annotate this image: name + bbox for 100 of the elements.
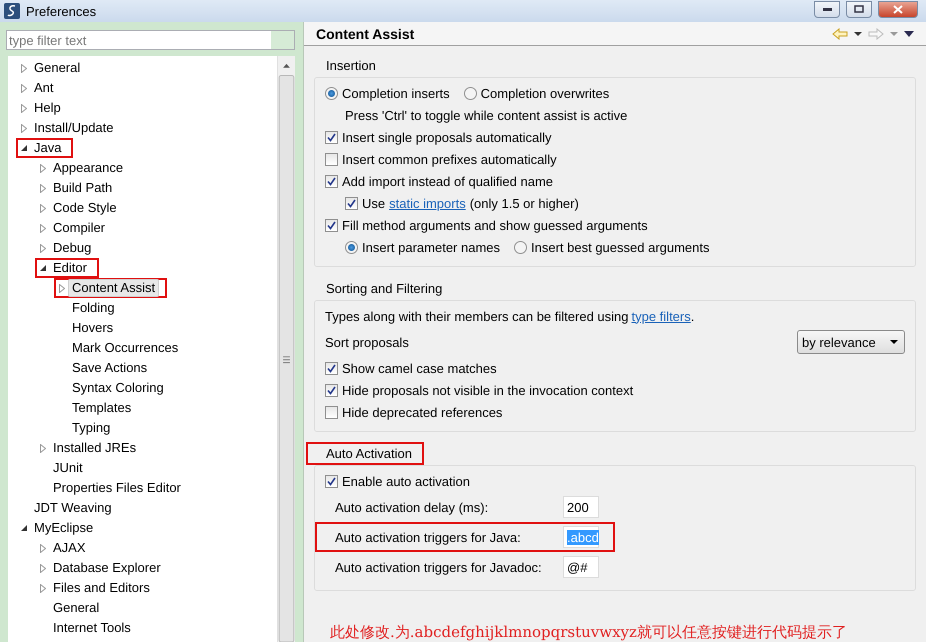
tree-item[interactable]: Install/Update: [16, 118, 126, 138]
checkbox[interactable]: [325, 406, 338, 418]
expanded-arrow-icon[interactable]: [40, 264, 46, 272]
close-button[interactable]: [878, 0, 918, 18]
app-logo-icon: [4, 3, 20, 19]
tree-item[interactable]: Templates: [54, 398, 144, 418]
checkbox[interactable]: [325, 384, 338, 396]
annotation-text: 此处修改.为.abcdefghijklmnopqrstuvwxyz就可以任意按键进行代码提示了: [329, 623, 848, 642]
tree-item[interactable]: JUnit: [35, 458, 95, 478]
tree-item[interactable]: MyEclipse: [16, 518, 106, 538]
input-field[interactable]: 200: [563, 496, 599, 518]
dropdown-caret-icon: [890, 340, 898, 344]
checkbox-label[interactable]: Use: [362, 196, 386, 210]
checkbox[interactable]: [325, 174, 338, 188]
tree-item[interactable]: Help: [16, 98, 73, 118]
tree-item[interactable]: Internet Tools: [35, 618, 143, 638]
tree-item[interactable]: Editor: [35, 258, 99, 278]
checkbox-label[interactable]: Insert single proposals automatically: [342, 130, 552, 144]
tree-item[interactable]: Ant: [16, 78, 66, 98]
tree-item[interactable]: Java: [16, 138, 74, 158]
tree-item[interactable]: Compiler: [35, 218, 118, 238]
radio-button[interactable]: [464, 86, 477, 100]
hint-text: Press 'Ctrl' to toggle while content assist is active: [344, 108, 628, 122]
tree-item[interactable]: Properties Files Editor: [35, 478, 193, 498]
minimize-icon: [822, 8, 832, 10]
tree-item[interactable]: Mark Occurrences: [54, 338, 190, 358]
radio-button[interactable]: [514, 240, 528, 254]
tree-item[interactable]: Installed JREs: [35, 438, 148, 458]
radio-button[interactable]: [325, 86, 338, 100]
expanded-arrow-icon[interactable]: [20, 144, 28, 152]
tree-item[interactable]: AJAX: [35, 538, 98, 558]
minimize-button[interactable]: [814, 0, 840, 18]
group-title: Auto Activation: [306, 442, 424, 465]
checkbox[interactable]: [345, 196, 358, 210]
tree-item[interactable]: Database Explorer: [35, 558, 173, 578]
filter-field[interactable]: type filter text: [6, 30, 295, 50]
field-label: Auto activation delay (ms):: [334, 500, 490, 514]
radio-option[interactable]: Insert parameter names: [345, 240, 500, 254]
window-title: Preferences: [26, 4, 98, 18]
collapsed-arrow-icon[interactable]: [21, 124, 27, 132]
radio-option[interactable]: Insert best guessed arguments: [514, 240, 710, 254]
radio-option[interactable]: Completion overwrites: [464, 86, 610, 100]
dropdown-caret-icon[interactable]: [854, 32, 862, 36]
collapsed-arrow-icon[interactable]: [40, 444, 46, 452]
collapsed-arrow-icon[interactable]: [40, 544, 46, 552]
collapsed-arrow-icon[interactable]: [21, 64, 27, 72]
collapsed-arrow-icon[interactable]: [59, 284, 65, 292]
group-title: Sorting and Filtering: [325, 280, 444, 298]
back-arrow-icon[interactable]: [832, 28, 848, 40]
tree-item[interactable]: Folding: [54, 298, 127, 318]
page-title: Content Assist: [316, 26, 416, 42]
tree-item[interactable]: Syntax Coloring: [54, 378, 176, 398]
description-text: Types along with their members can be filtered using: [325, 308, 628, 324]
collapsed-arrow-icon[interactable]: [40, 184, 46, 192]
checkbox-label[interactable]: Add import instead of qualified name: [342, 174, 554, 188]
tree-item[interactable]: Appearance: [35, 158, 136, 178]
tree-item[interactable]: Build Path: [35, 178, 124, 198]
checkbox[interactable]: [325, 152, 338, 166]
tree-item[interactable]: General: [16, 58, 92, 78]
tree-item[interactable]: Debug: [35, 238, 104, 258]
checkbox-label[interactable]: Enable auto activation: [342, 474, 470, 488]
collapsed-arrow-icon[interactable]: [40, 204, 46, 212]
forward-arrow-icon[interactable]: [868, 28, 884, 40]
checkbox[interactable]: [325, 474, 338, 488]
collapsed-arrow-icon[interactable]: [21, 104, 27, 112]
checkbox-label[interactable]: Hide proposals not visible in the invocation context: [342, 382, 634, 398]
checkbox[interactable]: [325, 130, 338, 144]
sort-dropdown[interactable]: by relevance: [797, 330, 905, 354]
radio-option[interactable]: Completion inserts: [325, 86, 450, 100]
checkbox[interactable]: [325, 218, 338, 232]
maximize-button[interactable]: [846, 0, 872, 18]
checkbox-label[interactable]: Insert common prefixes automatically: [342, 152, 557, 166]
checkbox-label[interactable]: Fill method arguments and show guessed arguments: [342, 218, 648, 232]
tree-item[interactable]: Code Style: [35, 198, 129, 218]
tree-item[interactable]: JDT Weaving: [16, 498, 124, 518]
collapsed-arrow-icon[interactable]: [21, 84, 27, 92]
checkbox[interactable]: [325, 362, 338, 374]
input-field[interactable]: @#: [563, 556, 599, 578]
collapsed-arrow-icon[interactable]: [40, 224, 46, 232]
period-text: .: [690, 308, 694, 324]
collapsed-arrow-icon[interactable]: [40, 164, 46, 172]
field-label: Auto activation triggers for Javadoc:: [334, 560, 543, 574]
sort-label: Sort proposals: [325, 334, 409, 350]
expanded-arrow-icon[interactable]: [20, 524, 28, 532]
tree-item[interactable]: Files and Editors: [35, 578, 162, 598]
type-filters-link[interactable]: type filters: [632, 308, 691, 324]
view-menu-icon[interactable]: [904, 30, 914, 36]
tree-item[interactable]: Typing: [54, 418, 122, 438]
collapsed-arrow-icon[interactable]: [40, 564, 46, 572]
static-imports-link[interactable]: static imports: [389, 196, 466, 210]
collapsed-arrow-icon[interactable]: [40, 244, 46, 252]
radio-button[interactable]: [345, 240, 358, 254]
checkbox-label[interactable]: Hide deprecated references: [342, 404, 502, 420]
tree-item[interactable]: Content Assist: [54, 278, 168, 298]
collapsed-arrow-icon[interactable]: [40, 584, 46, 592]
tree-item[interactable]: Hovers: [54, 318, 126, 338]
close-icon: [893, 4, 903, 14]
tree-item[interactable]: Save Actions: [54, 358, 160, 378]
tree-item[interactable]: General: [35, 598, 112, 618]
checkbox-label[interactable]: Show camel case matches: [342, 360, 497, 376]
